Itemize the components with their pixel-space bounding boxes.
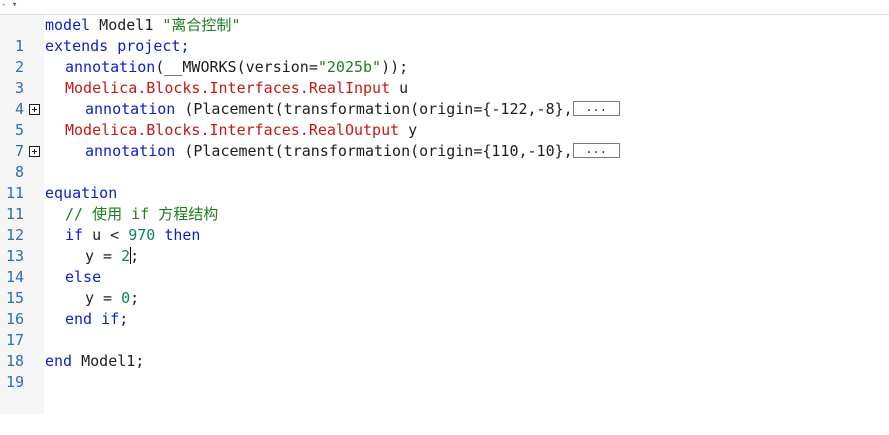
code-text[interactable]: annotation (Placement(transformation(ori…: [85, 141, 620, 162]
collapsed-annotation-button[interactable]: ...: [572, 143, 620, 158]
code-text[interactable]: extends project;: [45, 36, 190, 57]
code-text[interactable]: annotation (Placement(transformation(ori…: [85, 99, 620, 120]
expand-fold-icon[interactable]: [29, 146, 40, 157]
code-text[interactable]: model Model1 "离合控制": [45, 15, 240, 36]
code-text[interactable]: equation: [45, 183, 117, 204]
collapsed-annotation-button[interactable]: ...: [572, 101, 620, 116]
code-line: 15 else: [0, 267, 889, 307]
code-line: 1 model Model1 "离合控制": [0, 15, 889, 55]
code-line: 8 annotation (Placement(transformation(o…: [0, 141, 889, 181]
code-line: 11 equation: [0, 183, 889, 223]
code-text[interactable]: if u < 970 then: [65, 225, 200, 246]
code-line: 2 extends project;: [0, 36, 889, 76]
text-cursor: [129, 247, 131, 264]
code-text[interactable]: else: [65, 267, 101, 288]
code-line: 13 if u < 970 then: [0, 225, 889, 265]
code-text[interactable]: Modelica.Blocks.Interfaces.RealInput u: [65, 78, 408, 99]
code-editor[interactable]: 1 model Model1 "离合控制" 2 extends project;…: [0, 15, 889, 414]
expand-fold-icon[interactable]: [29, 104, 40, 115]
code-text[interactable]: end if;: [65, 309, 128, 330]
code-text[interactable]: y = 2;: [85, 246, 139, 267]
code-line: 11: [0, 162, 889, 202]
code-line: 14 y = 2;: [0, 246, 889, 286]
code-line: 18: [0, 330, 889, 370]
code-text[interactable]: y = 0;: [85, 288, 139, 309]
code-line: 3 annotation(__MWORKS(version="2025b"));: [0, 57, 889, 97]
code-text[interactable]: // 使用 if 方程结构: [65, 204, 218, 225]
code-text[interactable]: Modelica.Blocks.Interfaces.RealOutput y: [65, 120, 417, 141]
code-line: 7 Modelica.Blocks.Interfaces.RealOutput …: [0, 120, 889, 160]
code-text[interactable]: end Model1;: [45, 351, 144, 372]
code-line: 5 annotation (Placement(transformation(o…: [0, 99, 889, 139]
code-line: 16 y = 0;: [0, 288, 889, 328]
code-line: 4 Modelica.Blocks.Interfaces.RealInput u: [0, 78, 889, 118]
line-number: 19: [5, 373, 24, 391]
code-line: 12 // 使用 if 方程结构: [0, 204, 889, 244]
editor-top-strip: - ▾: [0, 0, 889, 15]
code-text[interactable]: annotation(__MWORKS(version="2025b"));: [65, 57, 408, 78]
code-line: 17 end if;: [0, 309, 889, 349]
collapse-icon[interactable]: - ▾: [1, 0, 17, 10]
code-line: 19 end Model1;: [0, 351, 889, 391]
